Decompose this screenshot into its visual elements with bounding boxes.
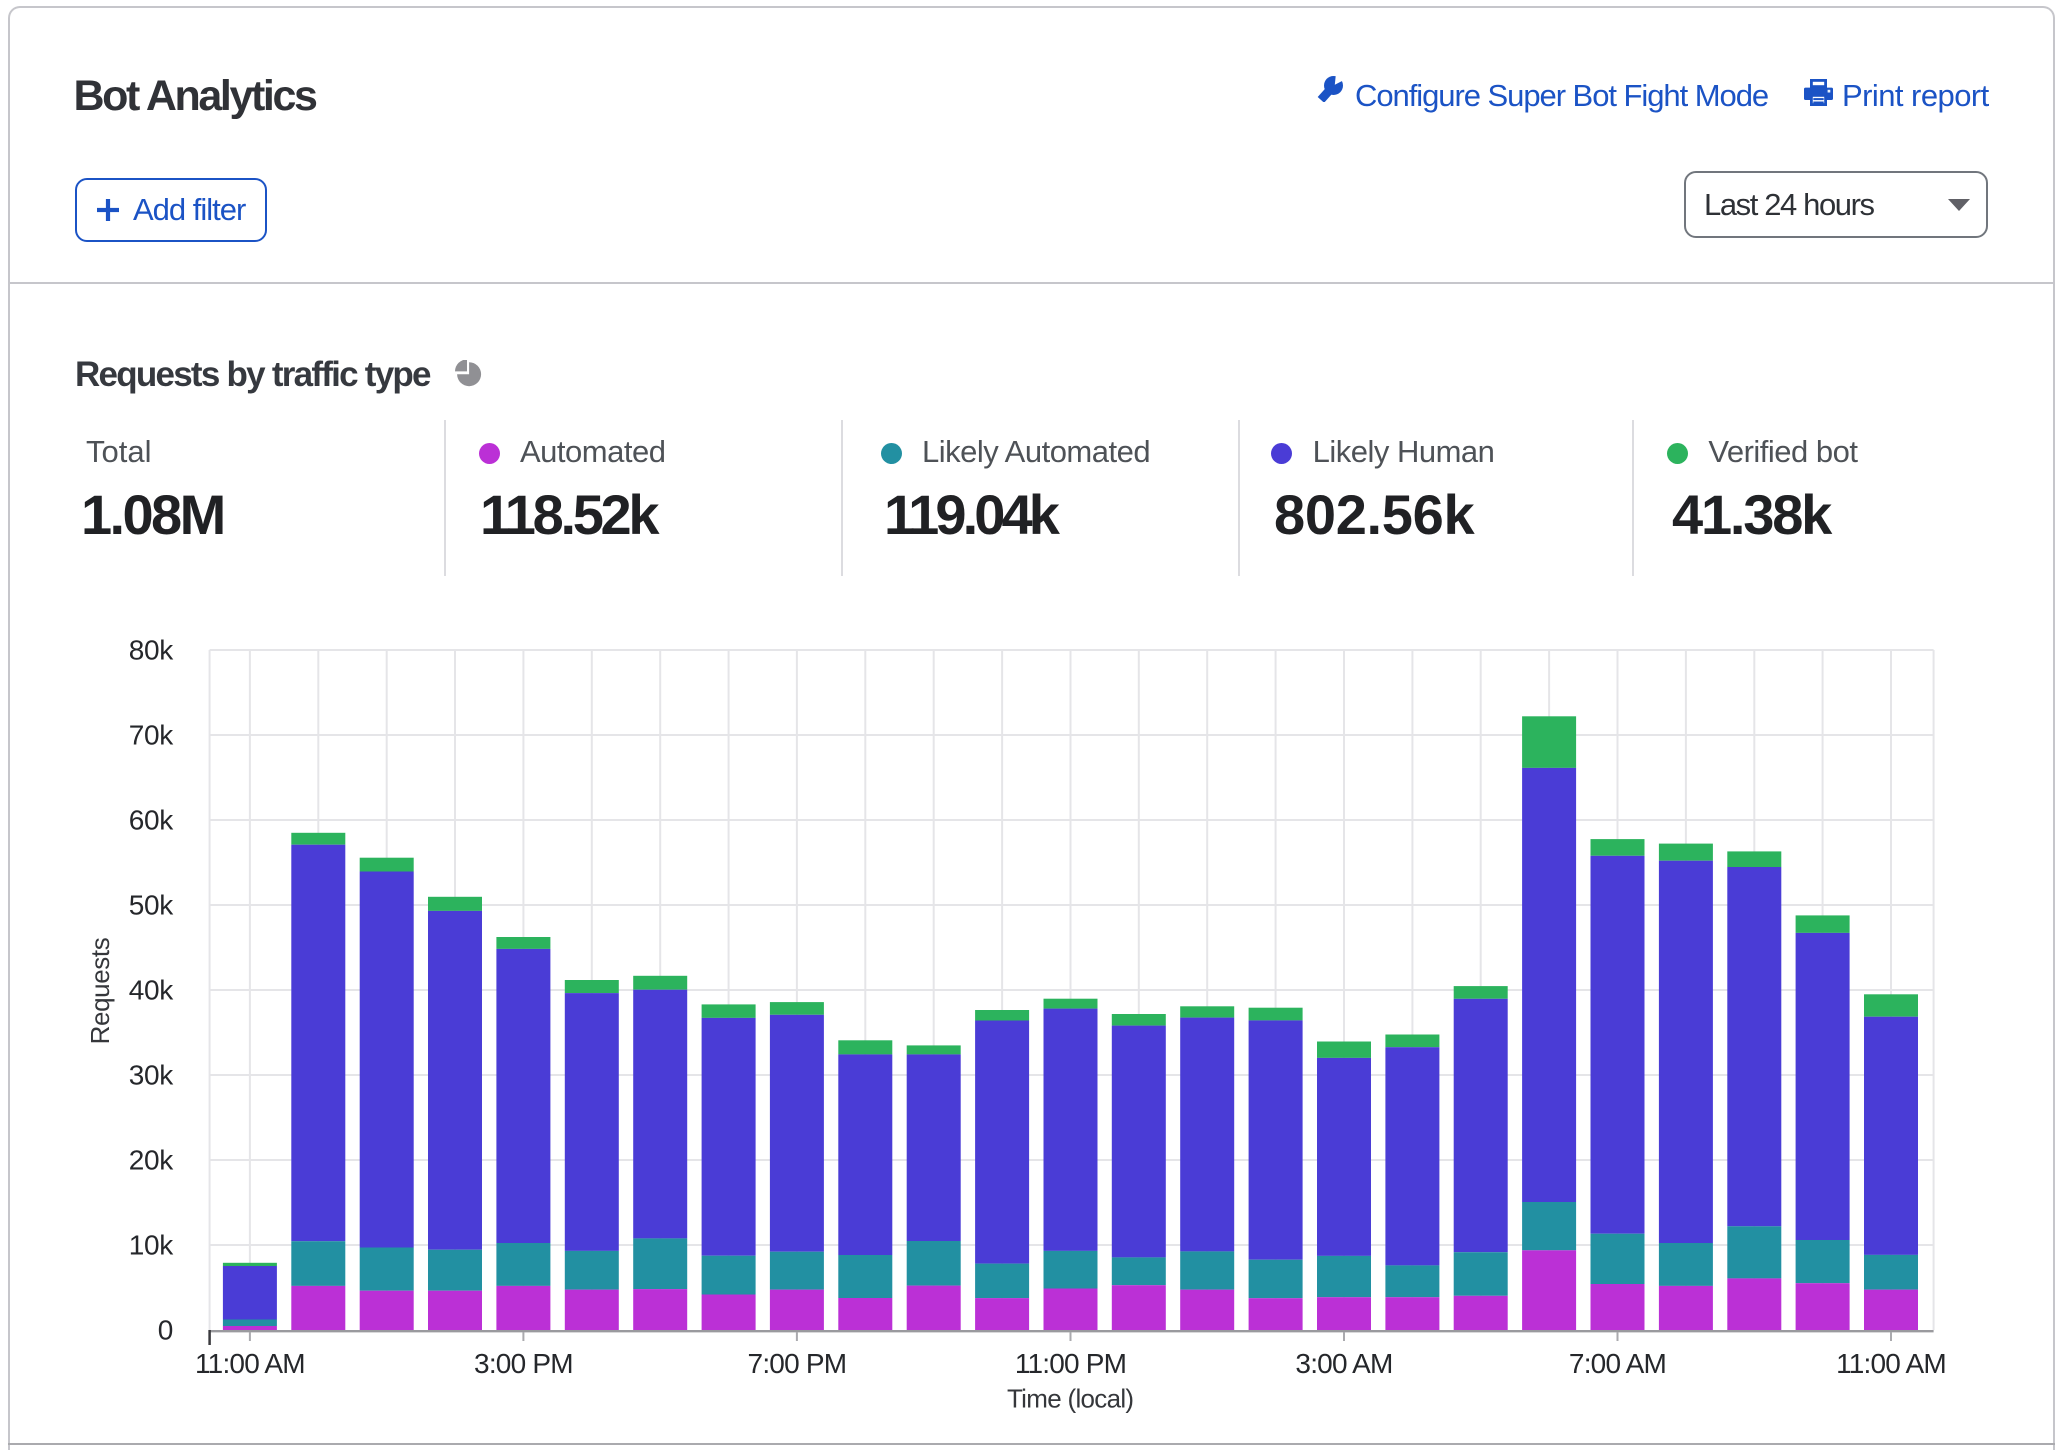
svg-text:11:00 AM: 11:00 AM bbox=[195, 1348, 305, 1379]
svg-text:3:00 PM: 3:00 PM bbox=[474, 1348, 573, 1379]
svg-text:11:00 AM: 11:00 AM bbox=[1836, 1348, 1946, 1379]
svg-text:70k: 70k bbox=[129, 720, 175, 751]
svg-text:30k: 30k bbox=[129, 1060, 175, 1091]
svg-text:11:00 PM: 11:00 PM bbox=[1015, 1348, 1126, 1379]
svg-text:40k: 40k bbox=[129, 975, 175, 1006]
svg-text:3:00 AM: 3:00 AM bbox=[1295, 1348, 1392, 1379]
svg-text:0: 0 bbox=[158, 1315, 173, 1346]
svg-text:20k: 20k bbox=[129, 1145, 175, 1176]
svg-text:80k: 80k bbox=[129, 635, 175, 666]
svg-text:Time (local): Time (local) bbox=[1007, 1383, 1133, 1413]
svg-text:10k: 10k bbox=[129, 1230, 175, 1261]
svg-text:Requests: Requests bbox=[85, 937, 115, 1044]
svg-text:7:00 PM: 7:00 PM bbox=[748, 1348, 847, 1379]
svg-text:7:00 AM: 7:00 AM bbox=[1569, 1348, 1666, 1379]
svg-text:50k: 50k bbox=[129, 890, 175, 921]
svg-text:60k: 60k bbox=[129, 805, 175, 836]
